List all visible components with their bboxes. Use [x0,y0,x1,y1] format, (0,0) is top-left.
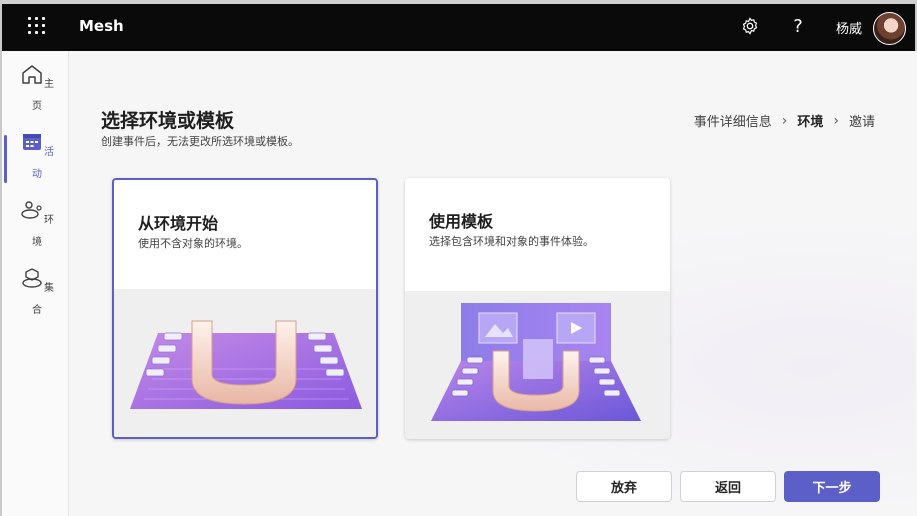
rail-label: 合 [32,305,42,316]
card-description: 选择包含环境和对象的事件体验。 [429,235,594,248]
breadcrumb-event-details[interactable]: 事件详细信息 [694,111,772,130]
active-indicator [4,135,7,183]
back-button[interactable]: 返回 [680,471,776,502]
rail-label: 页 [32,101,42,112]
page-title: 选择环境或模板 [101,110,235,132]
page-subtitle: 创建事件后，无法更改所选环境或模板。 [101,135,299,148]
rail-label: 动 [32,169,42,180]
app-name[interactable]: Mesh [79,17,124,35]
card-description: 使用不含对象的环境。 [138,237,248,250]
top-bar: Mesh ? 杨威 [0,0,917,51]
template-illustration [405,291,670,439]
breadcrumb-environment[interactable]: 环境 [797,111,823,130]
discard-button[interactable]: 放弃 [576,471,672,502]
rail-item-home[interactable]: 主 页 [2,55,69,115]
settings-icon[interactable] [738,14,762,38]
calendar-icon [23,134,41,150]
app-launcher-icon[interactable] [28,17,46,35]
environment-illustration [114,289,376,437]
environments-icon [21,201,42,219]
help-icon[interactable]: ? [786,14,810,38]
rail-label: 环 [44,215,54,226]
start-from-environment-card[interactable]: 从环境开始 使用不含对象的环境。 [112,178,378,439]
rail-label: 集 [44,283,54,294]
rail-label: 活 [44,147,54,158]
home-icon [22,65,42,84]
rail-label: 主 [44,79,54,90]
chevron-right-icon: › [833,112,839,129]
use-template-card[interactable]: 使用模板 选择包含环境和对象的事件体验。 [405,178,670,439]
rail-item-events[interactable]: 活 动 [2,123,69,183]
next-button[interactable]: 下一步 [784,471,880,502]
collections-icon [22,268,42,288]
main-content: 选择环境或模板 创建事件后，无法更改所选环境或模板。 事件详细信息 › 环境 ›… [69,51,915,516]
rail-item-collections[interactable]: 集 合 [2,259,69,319]
avatar[interactable] [873,12,906,45]
rail-label: 境 [32,237,42,248]
breadcrumb-invite[interactable]: 邀请 [849,111,875,130]
rail-item-environments[interactable]: 环 境 [2,191,69,251]
chevron-right-icon: › [781,112,788,129]
breadcrumb: 事件详细信息 › 环境 › 邀请 [694,111,875,131]
user-name[interactable]: 杨威 [836,18,862,37]
card-title: 使用模板 [429,212,494,231]
card-title: 从环境开始 [138,214,219,233]
left-rail: 主 页 活 动 环 境 集 合 [0,51,69,516]
